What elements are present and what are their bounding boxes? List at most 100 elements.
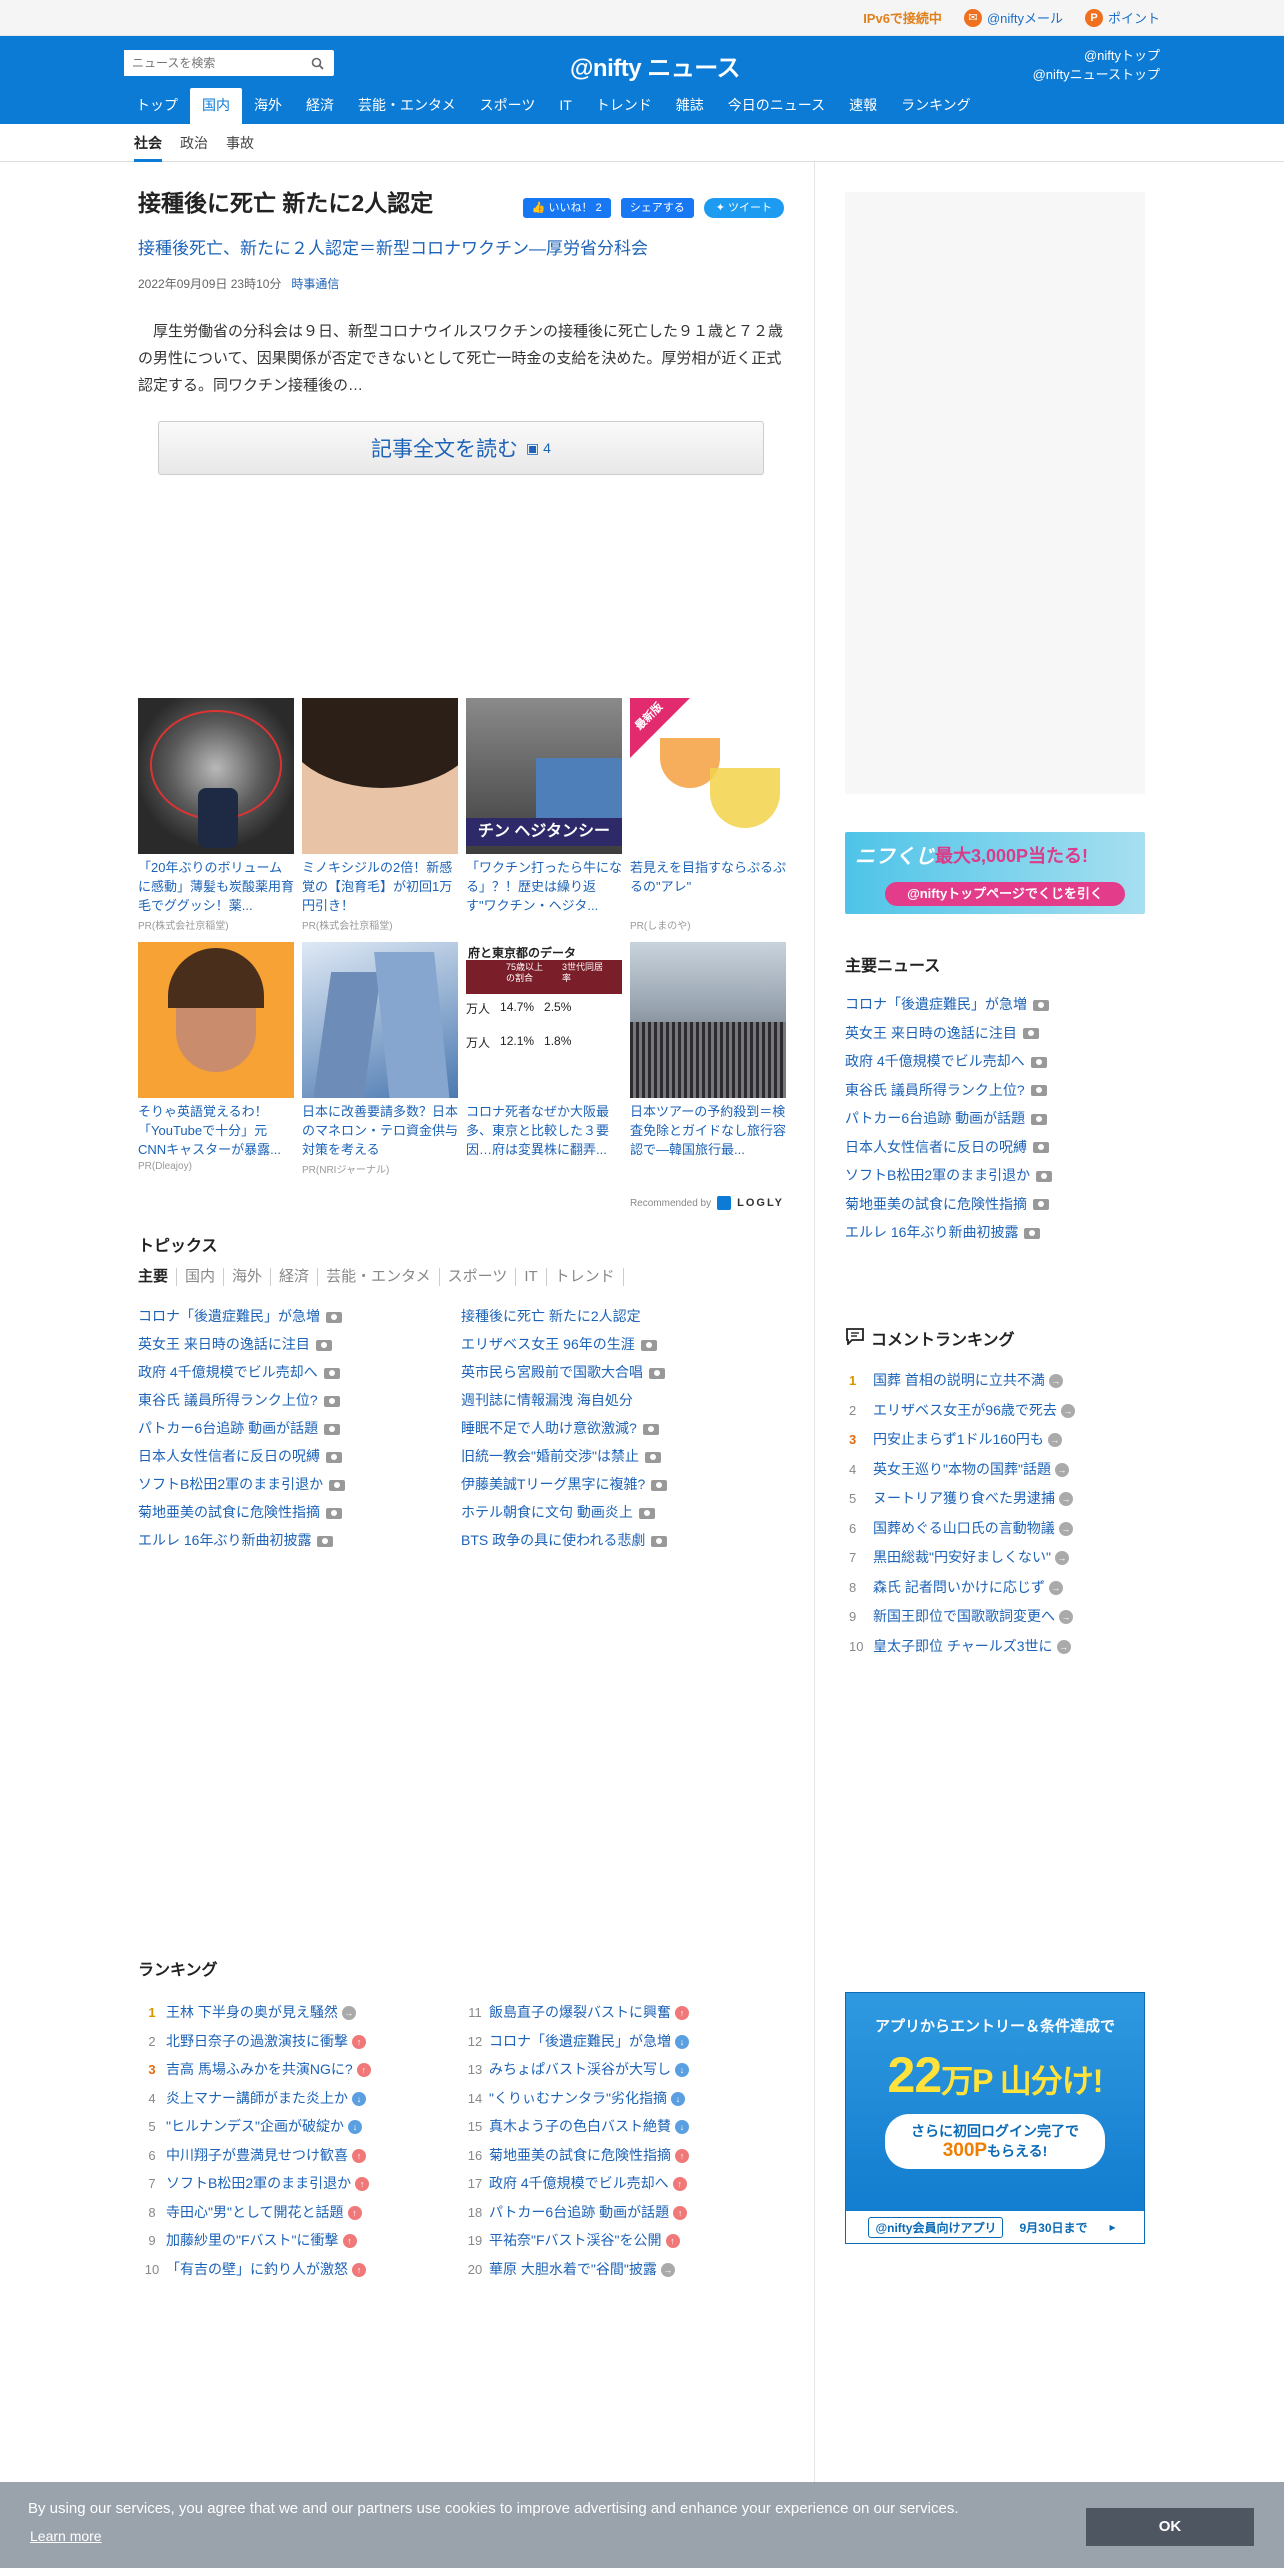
comment-ranking-item[interactable]: 9 新国王即位で国歌歌詞変更へ → — [845, 1602, 1145, 1632]
nifty-top-link[interactable]: @niftyトップ — [1033, 46, 1160, 65]
tab-entertainment[interactable]: 芸能・エンタメ — [346, 88, 468, 124]
topic-link[interactable]: 日本人女性信者に反日の呪縛 — [138, 1442, 461, 1470]
topic-link[interactable]: 週刊誌に情報漏洩 海自処分 — [461, 1386, 784, 1414]
ranking-item[interactable]: 20 華原 大胆水着で"谷間"披露 → — [461, 2255, 784, 2284]
comment-ranking-item[interactable]: 1 国葬 首相の説明に立共不満 → — [845, 1366, 1145, 1396]
comment-ranking-item[interactable]: 6 国葬めぐる山口氏の言動物議 → — [845, 1514, 1145, 1544]
main-news-link[interactable]: 菊地亜美の試食に危険性指摘 — [845, 1190, 1145, 1219]
ranking-item[interactable]: 19 平祐奈"Fバスト渓谷"を公開 ↑ — [461, 2226, 784, 2255]
topic-link[interactable]: BTS 政争の具に使われる悲劇 — [461, 1526, 784, 1554]
main-news-link[interactable]: コロナ「後遺症難民」が急増 — [845, 990, 1145, 1019]
topic-link[interactable]: 英市民ら宮殿前で国歌大合唱 — [461, 1358, 784, 1386]
ad-item[interactable]: 最新版 若見えを目指すならぷるぷるの"アレ" PR(しまのや) — [630, 698, 786, 932]
tab-domestic[interactable]: 国内 — [190, 88, 242, 124]
comment-ranking-item[interactable]: 4 英女王巡り"本物の国葬"話題 → — [845, 1455, 1145, 1485]
topics-tab[interactable]: トレンド — [547, 1268, 624, 1286]
comment-ranking-item[interactable]: 3 円安止まらず1ドル160円も → — [845, 1425, 1145, 1455]
ranking-item[interactable]: 2 北野日奈子の過激演技に衝撃 ↑ — [138, 2027, 461, 2056]
ranking-item[interactable]: 16 菊地亜美の試食に危険性指摘 ↑ — [461, 2141, 784, 2170]
ranking-item[interactable]: 5 "ヒルナンデス"企画が破綻か ↓ — [138, 2112, 461, 2141]
comment-ranking-item[interactable]: 5 ヌートリア獲り食べた男逮捕 → — [845, 1484, 1145, 1514]
subtab-society[interactable]: 社会 — [134, 124, 162, 162]
topic-link[interactable]: ソフトB松田2軍のまま引退か — [138, 1470, 461, 1498]
topics-tab[interactable]: 経済 — [271, 1268, 319, 1286]
like-button[interactable]: 👍 いいね！ 2 — [522, 198, 611, 218]
tab-ranking[interactable]: ランキング — [889, 88, 983, 124]
ad-item[interactable]: 日本に改善要請多数？日本のマネロン・テロ資金供与対策を考える PR(NRIジャーナ… — [302, 942, 458, 1176]
ranking-item[interactable]: 17 政府 4千億規模でビル売却へ ↑ — [461, 2169, 784, 2198]
ranking-item[interactable]: 6 中川翔子が豊満見せつけ歓喜 ↑ — [138, 2141, 461, 2170]
topics-tab[interactable]: スポーツ — [440, 1268, 517, 1286]
topics-tab[interactable]: 芸能・エンタメ — [318, 1268, 440, 1286]
topics-tab[interactable]: 国内 — [177, 1268, 225, 1286]
read-full-article-button[interactable]: 記事全文を読む ▣ 4 — [158, 421, 764, 475]
comment-ranking-item[interactable]: 8 森氏 記者問いかけに応じず → — [845, 1573, 1145, 1603]
comment-ranking-item[interactable]: 7 黒田総裁"円安好ましくない" → — [845, 1543, 1145, 1573]
ad-item[interactable]: そりゃ英語覚えるわ！「YouTubeで十分」元CNNキャスターが暴露... PR(… — [138, 942, 294, 1176]
ranking-item[interactable]: 1 王林 下半身の奥が見え騒然 → — [138, 1998, 461, 2027]
point-link[interactable]: P ポイント — [1084, 8, 1160, 27]
topic-link[interactable]: パトカー6台追跡 動画が話題 — [138, 1414, 461, 1442]
topic-link[interactable]: 東谷氏 議員所得ランク上位? — [138, 1386, 461, 1414]
tab-trend[interactable]: トレンド — [584, 88, 664, 124]
main-news-link[interactable]: 東谷氏 議員所得ランク上位? — [845, 1076, 1145, 1105]
main-news-link[interactable]: パトカー6台追跡 動画が話題 — [845, 1104, 1145, 1133]
main-news-link[interactable]: 英女王 来日時の逸話に注目 — [845, 1019, 1145, 1048]
ranking-item[interactable]: 7 ソフトB松田2軍のまま引退か ↑ — [138, 2169, 461, 2198]
app-campaign-banner[interactable]: アプリからエントリー＆条件達成で 22万P 山分け! さらに初回ログイン完了で 3… — [845, 1992, 1145, 2244]
topic-link[interactable]: 旧統一教会"婚前交渉"は禁止 — [461, 1442, 784, 1470]
topic-link[interactable]: 接種後に死亡 新たに2人認定 — [461, 1302, 784, 1330]
search-input[interactable] — [124, 50, 304, 76]
main-news-link[interactable]: ソフトB松田2軍のまま引退か — [845, 1161, 1145, 1190]
ad-item[interactable]: 「20年ぶりのボリュームに感動」薄髪も炭酸薬用育毛でググッシ！薬... PR(株式… — [138, 698, 294, 932]
ranking-item[interactable]: 8 寺田心"男"として開花と話題 ↑ — [138, 2198, 461, 2227]
subtab-politics[interactable]: 政治 — [180, 124, 208, 162]
topics-tab[interactable]: 海外 — [224, 1268, 272, 1286]
cookie-ok-button[interactable]: OK — [1086, 2508, 1254, 2546]
topic-link[interactable]: 英女王 来日時の逸話に注目 — [138, 1330, 461, 1358]
nifty-news-top-link[interactable]: @niftyニューストップ — [1033, 65, 1160, 84]
site-logo[interactable]: @nifty ニュース — [570, 48, 741, 83]
topic-link[interactable]: エリザベス女王 96年の生涯 — [461, 1330, 784, 1358]
nifkuji-banner[interactable]: ニフくじ 最大3,000P当たる! @niftyトップページでくじを引く — [845, 832, 1145, 914]
ranking-item[interactable]: 14 "くりぃむナンタラ"劣化指摘 ↓ — [461, 2084, 784, 2113]
ranking-item[interactable]: 18 パトカー6台追跡 動画が話題 ↑ — [461, 2198, 784, 2227]
topics-tab[interactable]: 主要 — [138, 1268, 178, 1286]
ad-item[interactable]: ミノキシジルの2倍！新感覚の【泡育毛】が初回1万円引き！ PR(株式会社京稲堂) — [302, 698, 458, 932]
ranking-item[interactable]: 4 炎上マナー講師がまた炎上か ↓ — [138, 2084, 461, 2113]
topic-link[interactable]: 睡眠不足で人助け意欲激減? — [461, 1414, 784, 1442]
subtab-accidents[interactable]: 事故 — [226, 124, 254, 162]
ranking-item[interactable]: 11 飯島直子の爆裂バストに興奮 ↑ — [461, 1998, 784, 2027]
comment-ranking-item[interactable]: 2 エリザベス女王が96歳で死去 → — [845, 1396, 1145, 1426]
ranking-item[interactable]: 15 真木よう子の色白バスト絶賛 ↓ — [461, 2112, 784, 2141]
main-news-link[interactable]: 政府 4千億規模でビル売却へ — [845, 1047, 1145, 1076]
tab-sports[interactable]: スポーツ — [468, 88, 548, 124]
tab-magazine[interactable]: 雑誌 — [664, 88, 716, 124]
tab-overseas[interactable]: 海外 — [242, 88, 294, 124]
topic-link[interactable]: 菊地亜美の試食に危険性指摘 — [138, 1498, 461, 1526]
topic-link[interactable]: ホテル朝食に文句 動画炎上 — [461, 1498, 784, 1526]
logly-credit[interactable]: Recommended by LOGLY — [630, 1196, 784, 1210]
ranking-item[interactable]: 13 みちょぱバスト渓谷が大写し ↓ — [461, 2055, 784, 2084]
tweet-button[interactable]: ✦ ツイート — [703, 198, 784, 218]
ad-item[interactable]: 日本ツアーの予約殺到＝検査免除とガイドなし旅行容認で―韓国旅行最... — [630, 942, 786, 1176]
comment-ranking-item[interactable]: 10 皇太子即位 チャールズ3世に → — [845, 1632, 1145, 1662]
learn-more-link[interactable]: Learn more — [30, 2528, 102, 2544]
tab-it[interactable]: IT — [547, 88, 583, 124]
ranking-item[interactable]: 9 加藤紗里の"Fバスト"に衝撃 ↑ — [138, 2226, 461, 2255]
topic-link[interactable]: コロナ「後遺症難民」が急増 — [138, 1302, 461, 1330]
topic-link[interactable]: エルレ 16年ぶり新曲初披露 — [138, 1526, 461, 1554]
mail-link[interactable]: ✉ @niftyメール — [963, 8, 1063, 27]
ad-item[interactable]: チン ヘジタンシー 「ワクチン打ったら牛になる」？！歴史は繰り返す"ワクチン・ヘ… — [466, 698, 622, 932]
article-subtitle[interactable]: 接種後死亡、新たに２人認定＝新型コロナワクチン―厚労省分科会 — [138, 234, 784, 259]
ad-item[interactable]: 府と東京都のデータ 75歳以上の割合 3世代同居率 万人 14.7% 2.5% 万人… — [466, 942, 622, 1176]
share-button[interactable]: シェアする — [620, 198, 694, 218]
main-news-link[interactable]: エルレ 16年ぶり新曲初披露 — [845, 1218, 1145, 1247]
search-icon[interactable] — [304, 50, 330, 76]
ranking-item[interactable]: 3 吉高 馬場ふみかを共演NGに? ↑ — [138, 2055, 461, 2084]
main-news-link[interactable]: 日本人女性信者に反日の呪縛 — [845, 1133, 1145, 1162]
tab-today[interactable]: 今日のニュース — [716, 88, 837, 124]
ranking-item[interactable]: 12 コロナ「後遺症難民」が急増 ↓ — [461, 2027, 784, 2056]
ranking-item[interactable]: 10 「有吉の壁」に釣り人が激怒 ↑ — [138, 2255, 461, 2284]
topics-tab[interactable]: IT — [516, 1268, 547, 1286]
